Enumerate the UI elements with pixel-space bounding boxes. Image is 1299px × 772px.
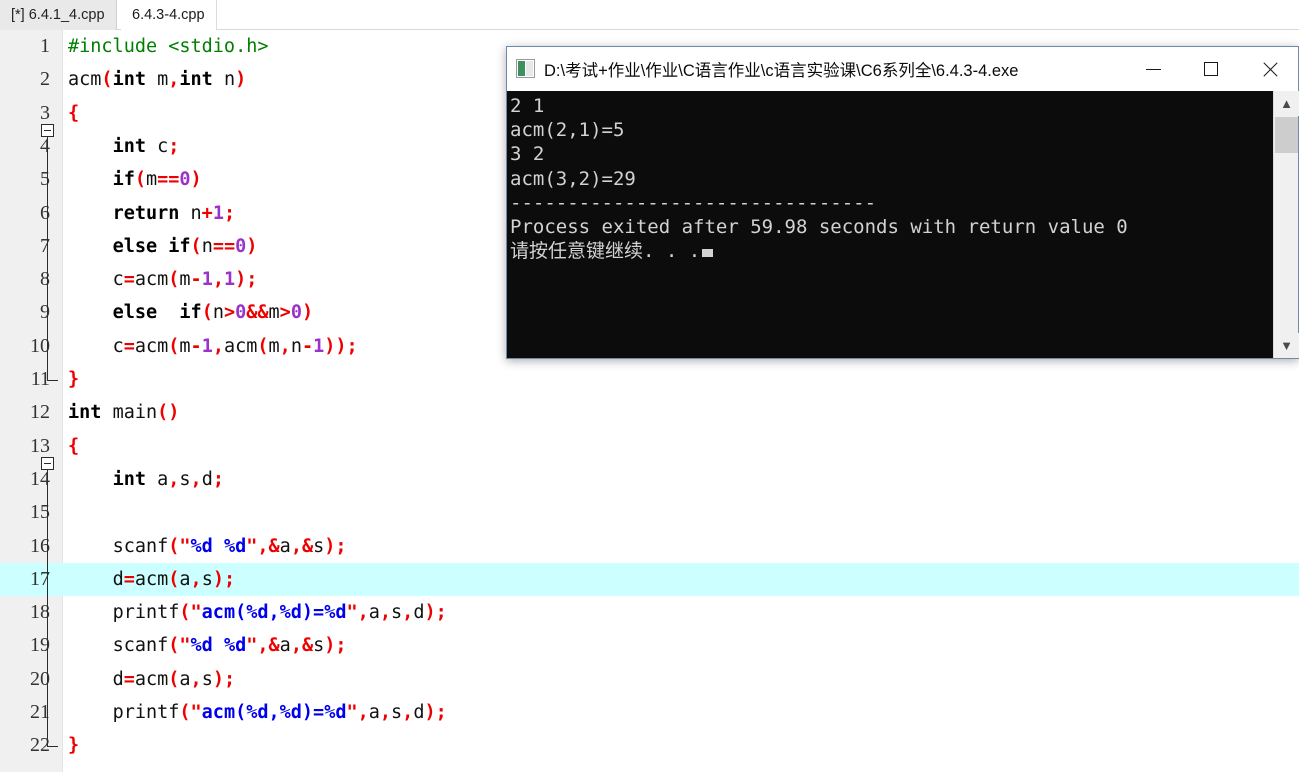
line-number: 19 <box>30 634 50 657</box>
line-code: } <box>68 735 80 757</box>
scrollbar-thumb[interactable] <box>1275 117 1298 153</box>
line-code: #include <stdio.h> <box>68 36 269 57</box>
maximize-button[interactable] <box>1182 47 1240 91</box>
line-number: 1 <box>40 35 50 57</box>
close-button[interactable] <box>1240 47 1298 91</box>
code-line-17[interactable]: 17 d=acm(a,s); <box>0 562 1299 597</box>
line-code: return n+1; <box>112 202 236 224</box>
line-code: scanf("%d %d",&a,&s); <box>112 635 347 657</box>
fold-guide-line-3 <box>47 137 48 380</box>
code-line-20[interactable]: 20 d=acm(a,s); <box>0 663 1299 696</box>
line-number: 6 <box>40 201 50 224</box>
close-icon <box>1261 61 1278 78</box>
line-number: 21 <box>30 701 50 723</box>
code-line-11[interactable]: 11} <box>0 363 1299 396</box>
line-code: acm(int m,int n) <box>68 69 247 91</box>
line-code: { <box>68 435 80 457</box>
console-scrollbar[interactable]: ▲ ▼ <box>1273 91 1299 358</box>
fold-guide-foot-3 <box>47 380 58 381</box>
code-line-15[interactable]: 15 <box>0 496 1299 529</box>
line-number: 7 <box>40 234 50 257</box>
tab-label: 6.4.3-4.cpp <box>132 7 205 23</box>
line-code: else if(n>0&&m>0) <box>112 302 314 324</box>
code-line-21[interactable]: 21 printf("acm(%d,%d)=%d",a,s,d); <box>0 696 1299 729</box>
line-code: c=acm(m-1,1); <box>112 269 258 291</box>
line-code: { <box>68 102 80 124</box>
scroll-down-arrow-icon[interactable]: ▼ <box>1274 333 1299 358</box>
line-code: printf("acm(%d,%d)=%d",a,s,d); <box>112 702 447 723</box>
code-line-13[interactable]: 13{ <box>0 430 1299 463</box>
editor-tab-bar: [*] 6.4.1_4.cpp 6.4.3-4.cpp <box>0 0 1299 30</box>
code-line-18[interactable]: 18 printf("acm(%d,%d)=%d",a,s,d); <box>0 596 1299 629</box>
console-title-text: D:\考试+作业\作业\C语言作业\c语言实验课\C6系列全\6.4.3-4.e… <box>544 61 1019 80</box>
line-code: int c; <box>112 135 180 157</box>
line-code: printf("acm(%d,%d)=%d",a,s,d); <box>112 602 447 624</box>
scroll-up-arrow-icon[interactable]: ▲ <box>1274 91 1299 116</box>
fold-marker-line-3[interactable] <box>41 124 54 137</box>
tab-label: [*] 6.4.1_4.cpp <box>11 7 105 23</box>
code-line-16[interactable]: 16 scanf("%d %d",&a,&s); <box>0 530 1299 563</box>
line-number: 18 <box>30 601 50 624</box>
minimize-icon <box>1145 68 1161 70</box>
line-code: scanf("%d %d",&a,&s); <box>112 535 347 557</box>
line-number: 9 <box>40 301 50 324</box>
line-number: 8 <box>40 268 50 291</box>
line-code: d=acm(a,s); <box>112 668 236 690</box>
line-number: 11 <box>30 368 50 390</box>
line-number: 15 <box>30 501 50 524</box>
window-controls <box>1124 47 1298 91</box>
fold-guide-line-13 <box>47 470 48 746</box>
line-number: 16 <box>30 534 50 557</box>
line-number: 2 <box>40 68 50 91</box>
fold-marker-line-13[interactable] <box>41 457 54 470</box>
line-number: 10 <box>30 334 50 357</box>
line-number: 17 <box>30 567 50 590</box>
ide-window: [*] 6.4.1_4.cpp 6.4.3-4.cpp 1 #include <s… <box>0 0 1299 772</box>
line-number: 20 <box>30 667 50 690</box>
line-code: if(m==0) <box>112 169 202 191</box>
console-output-text: 2 1 acm(2,1)=5 3 2 acm(3,2)=29 ---------… <box>510 95 1128 263</box>
code-line-12[interactable]: 12 int main() <box>0 396 1299 429</box>
line-code: d=acm(a,s); <box>112 568 236 590</box>
line-number: 22 <box>30 734 50 757</box>
line-code: } <box>68 369 80 390</box>
minimize-button[interactable] <box>1124 47 1182 91</box>
line-code: else if(n==0) <box>112 235 258 257</box>
console-window[interactable]: D:\考试+作业\作业\C语言作业\c语言实验课\C6系列全\6.4.3-4.e… <box>506 46 1299 359</box>
line-number: 12 <box>30 401 50 424</box>
code-line-19[interactable]: 19 scanf("%d %d",&a,&s); <box>0 629 1299 662</box>
line-number: 5 <box>40 168 50 191</box>
tab-6-4-3-4-cpp[interactable]: 6.4.3-4.cpp <box>121 0 217 30</box>
console-title-bar[interactable]: D:\考试+作业\作业\C语言作业\c语言实验课\C6系列全\6.4.3-4.e… <box>507 47 1298 91</box>
console-icon <box>516 59 535 78</box>
console-output-area[interactable]: 2 1 acm(2,1)=5 3 2 acm(3,2)=29 ---------… <box>507 91 1298 358</box>
console-cursor <box>702 249 714 258</box>
line-code: int main() <box>68 402 180 424</box>
code-line-14[interactable]: 14 int a,s,d; <box>0 463 1299 496</box>
tab-6-4-1-4-cpp[interactable]: [*] 6.4.1_4.cpp <box>0 0 117 30</box>
fold-guide-foot-13 <box>47 746 58 747</box>
maximize-icon <box>1204 62 1218 76</box>
code-line-22[interactable]: 22} <box>0 729 1299 762</box>
line-code: int a,s,d; <box>112 468 224 490</box>
line-code: c=acm(m-1,acm(m,n-1)); <box>112 335 358 357</box>
